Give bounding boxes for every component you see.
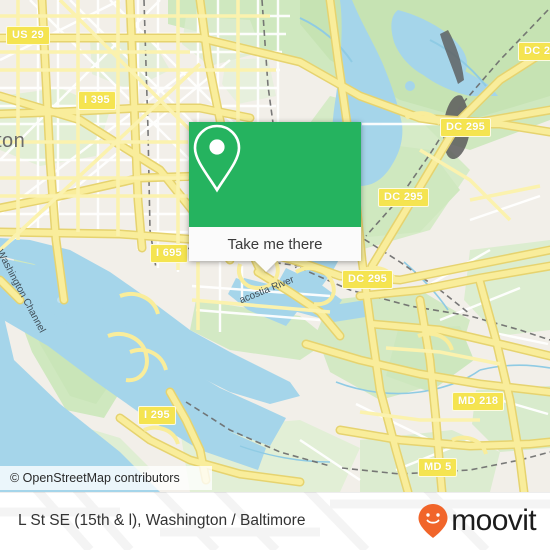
map-shield: I 295 [138, 406, 176, 425]
station-callout-card[interactable]: Take me there [189, 122, 361, 272]
moovit-station-map-page: US 29 I 395 DC 295 DC 295 DC 295 DC 295 … [0, 0, 550, 550]
moovit-wordmark: moovit [451, 504, 536, 537]
page-footer: L St SE (15th & l), Washington / Baltimo… [0, 492, 550, 550]
station-title: L St SE (15th & l), Washington / Baltimo… [18, 512, 306, 529]
take-me-there-label: Take me there [227, 235, 323, 253]
map-shield: I 695 [150, 244, 188, 263]
map-shield: US 29 [6, 26, 51, 45]
map-shield: DC 295 [518, 42, 550, 61]
callout-tail [255, 261, 277, 272]
osm-attribution-label: © OpenStreetMap contributors [10, 471, 180, 485]
moovit-smiley-pin-icon [418, 504, 448, 538]
osm-attribution[interactable]: © OpenStreetMap contributors [0, 466, 212, 490]
map-shield: DC 295 [378, 188, 430, 207]
map-place-label: ton [0, 130, 26, 152]
map-shield: MD 5 [418, 458, 458, 477]
take-me-there-button[interactable]: Take me there [189, 227, 361, 261]
map-pin-icon [193, 124, 241, 193]
moovit-logo[interactable]: moovit [417, 503, 537, 539]
map-shield: I 395 [78, 91, 116, 110]
map-shield: MD 218 [452, 392, 505, 411]
callout-header [189, 122, 361, 227]
map-canvas[interactable]: US 29 I 395 DC 295 DC 295 DC 295 DC 295 … [0, 0, 550, 492]
map-shield: DC 295 [342, 270, 394, 289]
map-shield: DC 295 [440, 118, 492, 137]
footer-divider [0, 492, 550, 493]
